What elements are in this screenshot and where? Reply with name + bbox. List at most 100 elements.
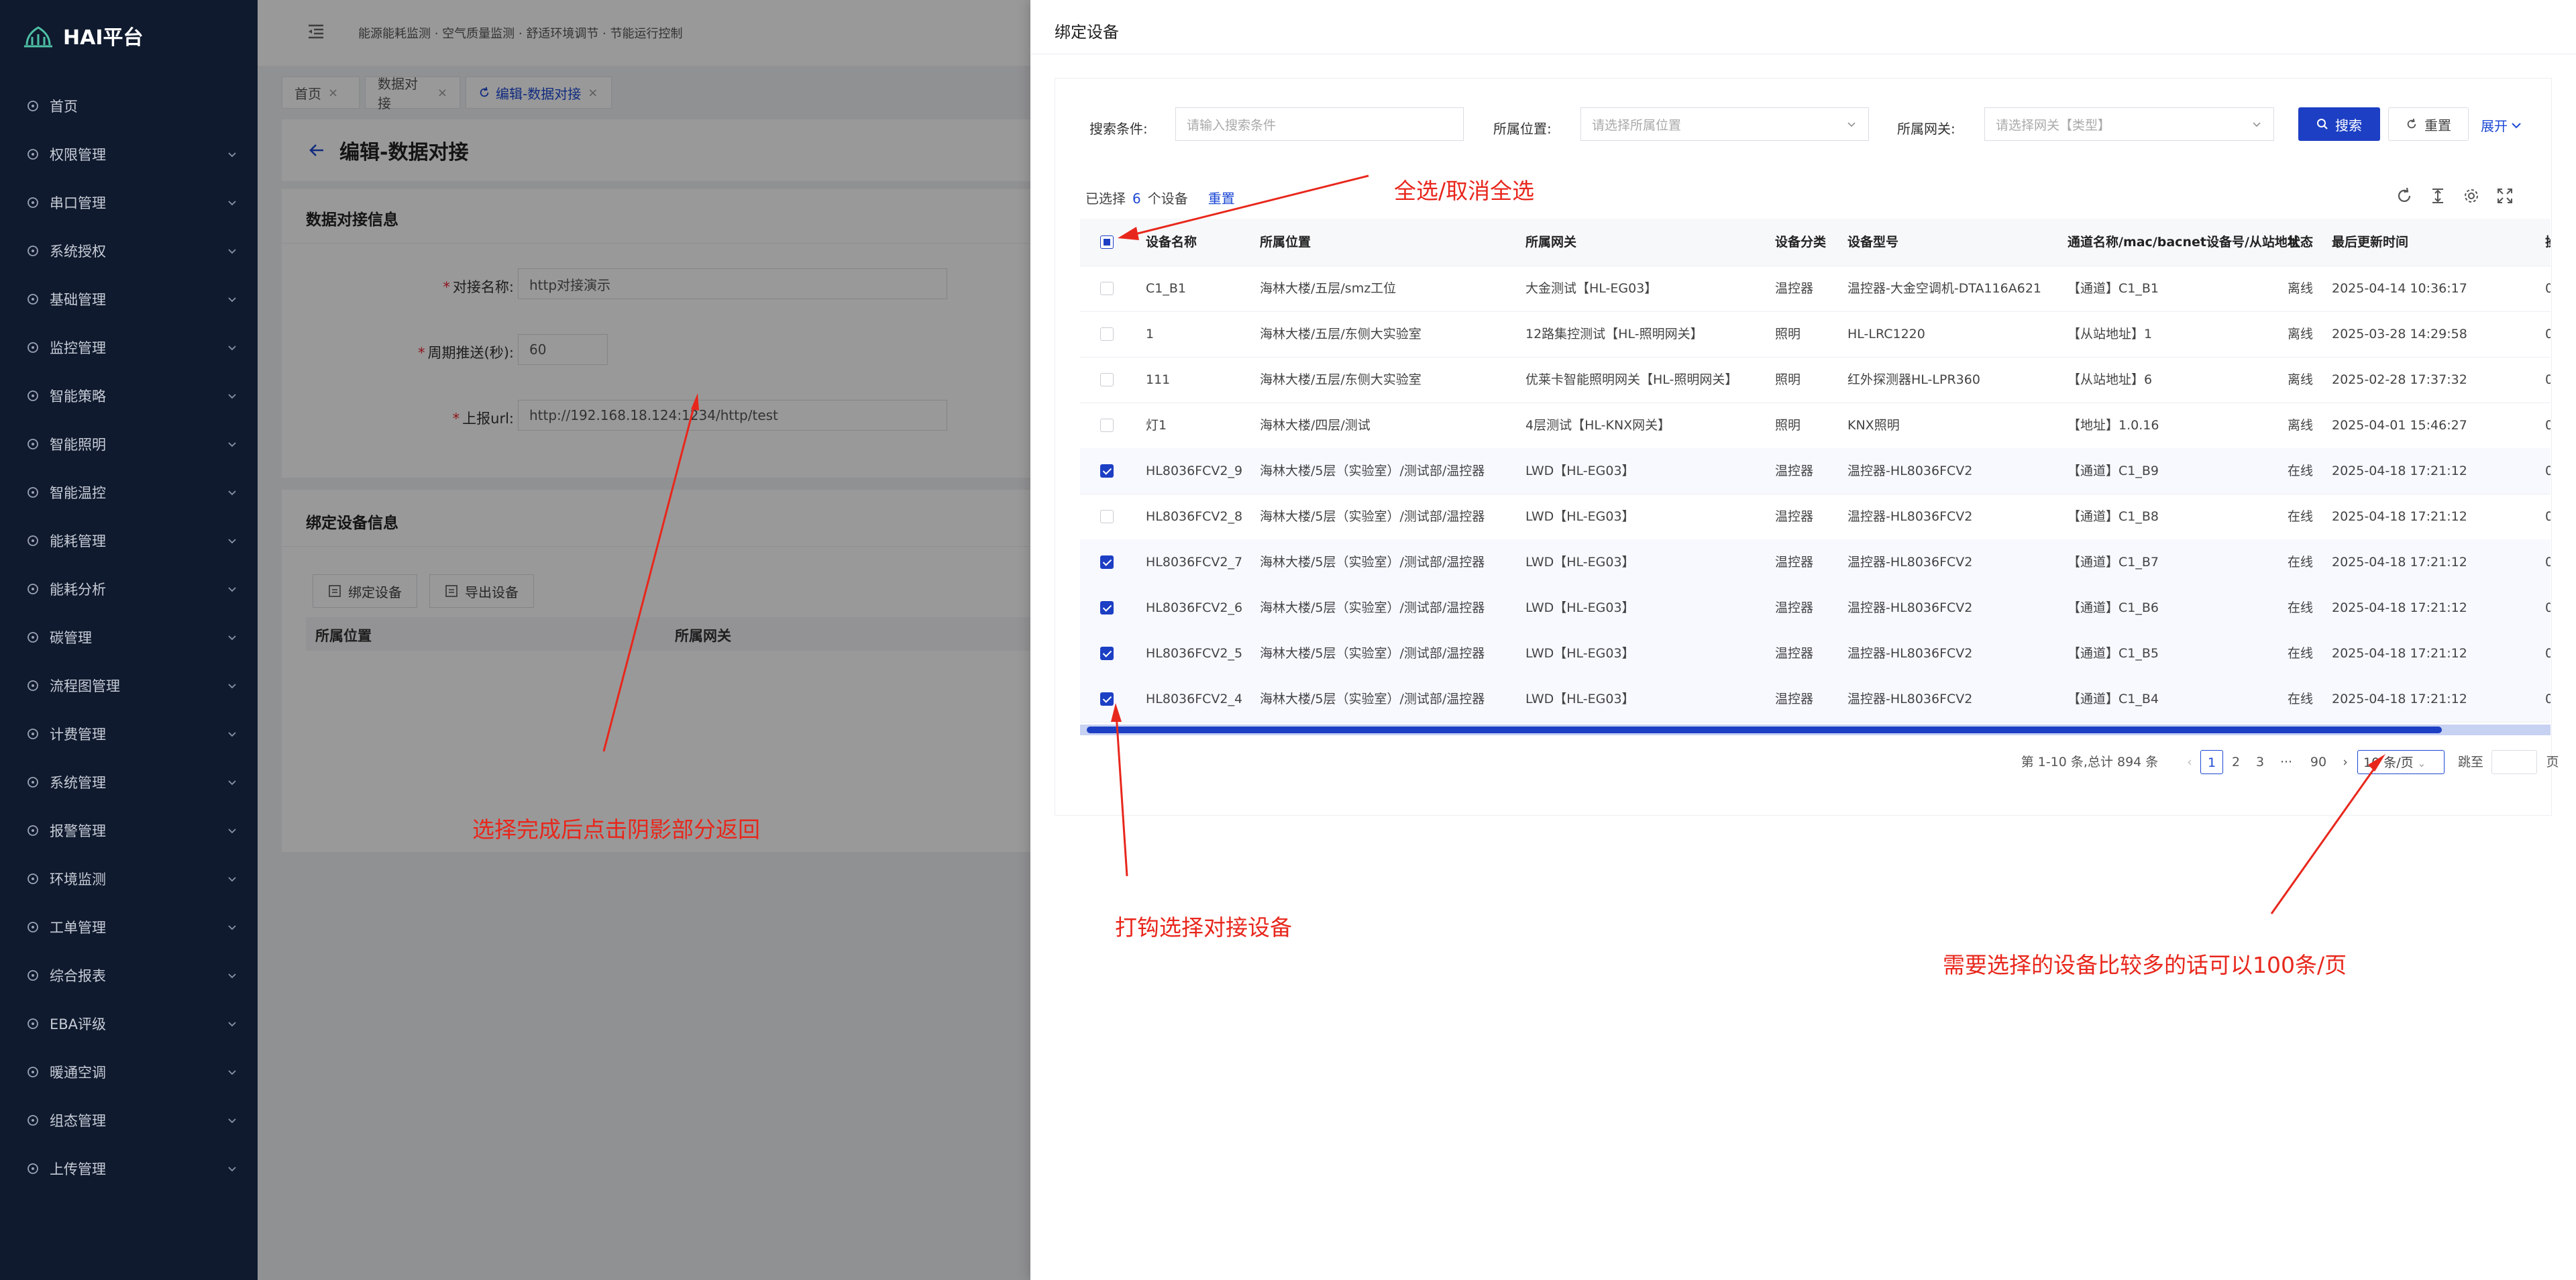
sidebar-item[interactable]: 暖通空调 [0, 1048, 258, 1096]
sidebar-item-label: 流程图管理 [50, 678, 120, 694]
table-row[interactable]: 1 海林大楼/五层/东侧大实验室 12路集控测试【HL-照明网关】 照明 HL-LRC1… [1080, 311, 2551, 358]
sidebar-item[interactable]: 环境监测 [0, 855, 258, 903]
fullscreen-icon[interactable] [2496, 186, 2514, 205]
column-height-icon[interactable] [2428, 186, 2447, 205]
cell-location: 海林大楼/5层（实验室）/测试部/温控器 [1260, 692, 1485, 706]
row-checkbox[interactable] [1100, 282, 1114, 295]
scrollbar-thumb[interactable] [1087, 727, 2442, 733]
cell-updated: 2025-04-18 17:21:12 [2332, 692, 2467, 706]
cell-gateway: LWD【HL-EG03】 [1525, 464, 1635, 478]
next-page-icon[interactable]: › [2337, 750, 2353, 774]
prev-page-icon[interactable]: ‹ [2182, 750, 2198, 774]
table-row[interactable]: HL8036FCV2_7 海林大楼/5层（实验室）/测试部/温控器 LWD【HL-E… [1080, 539, 2551, 586]
table-row[interactable]: HL8036FCV2_6 海林大楼/5层（实验室）/测试部/温控器 LWD【HL-E… [1080, 585, 2551, 631]
sidebar-item[interactable]: 流程图管理 [0, 661, 258, 710]
sidebar-item[interactable]: 串口管理 [0, 178, 258, 227]
sidebar-item-label: 上传管理 [50, 1161, 106, 1177]
row-checkbox[interactable] [1100, 419, 1114, 432]
reset-button[interactable]: 重置 [2388, 107, 2469, 141]
sidebar-item[interactable]: 智能照明 [0, 420, 258, 468]
modal-mask[interactable] [258, 0, 1030, 1280]
sidebar-item[interactable]: 智能策略 [0, 372, 258, 420]
chevron-down-icon [228, 539, 236, 544]
gateway-label: 所属网关: [1897, 121, 1955, 137]
cell-name: HL8036FCV2_7 [1146, 555, 1243, 570]
row-checkbox[interactable] [1100, 510, 1114, 523]
sidebar-item[interactable]: 监控管理 [0, 323, 258, 372]
row-checkbox[interactable] [1100, 373, 1114, 386]
cell-name: 灯1 [1146, 418, 1167, 433]
column-header: 设备名称 [1146, 235, 1197, 250]
sidebar-item[interactable]: 上传管理 [0, 1144, 258, 1193]
chevron-down-icon [228, 877, 236, 882]
chevron-down-icon [228, 973, 236, 979]
jump-input[interactable] [2491, 750, 2537, 774]
gear-icon[interactable] [2462, 186, 2481, 205]
cell-extra: 0 [2545, 372, 2551, 387]
cell-name: HL8036FCV2_4 [1146, 692, 1243, 706]
table-header: 设备名称 所属位置 所属网关 设备分类 设备型号 通道名称/mac/bacnet设备号/从… [1080, 219, 2551, 266]
cell-extra: 0 [2545, 509, 2551, 524]
table-row[interactable]: HL8036FCV2_5 海林大楼/5层（实验室）/测试部/温控器 LWD【HL-E… [1080, 631, 2551, 677]
cell-name: HL8036FCV2_9 [1146, 464, 1243, 478]
horizontal-scrollbar[interactable] [1080, 725, 2551, 735]
row-checkbox[interactable] [1100, 555, 1114, 569]
sidebar-item[interactable]: EBA评级 [0, 1000, 258, 1048]
select-all-checkbox[interactable] [1100, 235, 1114, 249]
table-row[interactable]: HL8036FCV2_8 海林大楼/5层（实验室）/测试部/温控器 LWD【HL-E… [1080, 494, 2551, 540]
row-checkbox[interactable] [1100, 327, 1114, 341]
page-last[interactable]: 90 [2302, 750, 2334, 774]
cell-status: 离线 [2288, 372, 2314, 387]
row-checkbox[interactable] [1100, 601, 1114, 615]
table-row[interactable]: C1_B1 海林大楼/五层/smz工位 大金测试【HL-EG03】 温控器 温控器-大金… [1080, 266, 2551, 312]
cell-updated: 2025-04-18 17:21:12 [2332, 600, 2467, 615]
page-size-select[interactable]: 10 条/页 ⌄ [2357, 750, 2445, 774]
row-checkbox[interactable] [1100, 647, 1114, 660]
table-row[interactable]: HL8036FCV2_4 海林大楼/5层（实验室）/测试部/温控器 LWD【HL-E… [1080, 676, 2551, 723]
sidebar-item[interactable]: 系统管理 [0, 758, 258, 806]
cell-gateway: 大金测试【HL-EG03】 [1525, 281, 1658, 296]
table-row[interactable]: 灯1 海林大楼/四层/测试 4层测试【HL-KNX网关】 照明 KNX照明 【地址】1.0… [1080, 403, 2551, 449]
sidebar-item[interactable]: 首页 [0, 82, 258, 130]
cell-updated: 2025-04-18 17:21:12 [2332, 464, 2467, 478]
cell-channel: 【通道】C1_B1 [2068, 281, 2159, 296]
page-ellipsis[interactable]: ··· [2273, 750, 2300, 774]
row-checkbox[interactable] [1100, 464, 1114, 478]
sidebar-item[interactable]: 权限管理 [0, 130, 258, 178]
search-button[interactable]: 搜索 [2298, 107, 2380, 141]
cell-gateway: LWD【HL-EG03】 [1525, 509, 1635, 524]
sidebar-item[interactable]: 综合报表 [0, 951, 258, 1000]
sidebar-item[interactable]: 基础管理 [0, 275, 258, 323]
page-2[interactable]: 2 [2224, 750, 2247, 774]
sidebar-item[interactable]: 计费管理 [0, 710, 258, 758]
app-logo[interactable]: HAI平台 [23, 19, 144, 52]
cell-extra: 0 [2545, 418, 2551, 433]
sidebar-item[interactable]: 工单管理 [0, 903, 258, 951]
cell-name: HL8036FCV2_8 [1146, 509, 1243, 524]
table-row[interactable]: 111 海林大楼/五层/东侧大实验室 优莱卡智能照明网关【HL-照明网关】 照明 红外探… [1080, 357, 2551, 403]
system-icon [25, 775, 40, 790]
sidebar-item-label: 智能温控 [50, 485, 106, 501]
cell-channel: 【通道】C1_B6 [2068, 600, 2159, 615]
sidebar-item[interactable]: 能耗管理 [0, 517, 258, 565]
expand-link[interactable]: 展开 [2481, 115, 2522, 135]
location-select[interactable]: 请选择所属位置 [1580, 107, 1869, 141]
sidebar-item[interactable]: 能耗分析 [0, 565, 258, 613]
sidebar-item[interactable]: 组态管理 [0, 1096, 258, 1144]
search-condition-input[interactable]: 请输入搜索条件 [1175, 107, 1464, 141]
refresh-icon[interactable] [2395, 186, 2414, 205]
chevron-down-icon [228, 442, 236, 447]
table-row[interactable]: HL8036FCV2_9 海林大楼/5层（实验室）/测试部/温控器 LWD【HL-E… [1080, 448, 2551, 494]
page-1[interactable]: 1 [2200, 750, 2223, 774]
hvac-icon [25, 1065, 40, 1079]
sidebar-item[interactable]: 系统授权 [0, 227, 258, 275]
page-3[interactable]: 3 [2249, 750, 2271, 774]
gateway-select[interactable]: 请选择网关【类型】 [1984, 107, 2274, 141]
sidebar-item[interactable]: 智能温控 [0, 468, 258, 517]
selection-reset-link[interactable]: 重置 [1208, 191, 1235, 207]
sidebar-item[interactable]: 碳管理 [0, 613, 258, 661]
row-checkbox[interactable] [1100, 692, 1114, 706]
sidebar-item[interactable]: 报警管理 [0, 806, 258, 855]
app-name: HAI平台 [63, 26, 144, 50]
cell-location: 海林大楼/5层（实验室）/测试部/温控器 [1260, 555, 1485, 570]
